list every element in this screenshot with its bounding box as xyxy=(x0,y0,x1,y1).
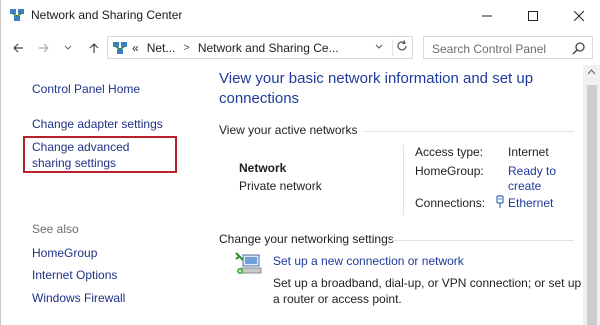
recent-locations-button[interactable] xyxy=(59,39,77,57)
network-center-icon xyxy=(113,42,127,54)
maximize-button[interactable] xyxy=(510,0,556,31)
forward-arrow-icon xyxy=(39,43,49,53)
see-also-heading: See also xyxy=(32,222,79,236)
main-content: View your basic network information and … xyxy=(199,65,583,325)
search-icon[interactable] xyxy=(572,41,586,55)
forward-button[interactable] xyxy=(35,39,53,57)
address-dropdown-button[interactable] xyxy=(373,40,385,56)
control-panel-home-link[interactable]: Control Panel Home xyxy=(32,81,140,97)
ethernet-link[interactable]: Ethernet xyxy=(508,196,553,211)
search-input[interactable]: Search Control Panel xyxy=(432,42,546,56)
internet-options-link[interactable]: Internet Options xyxy=(32,267,117,283)
title-bar: Network and Sharing Center xyxy=(1,0,600,31)
vertical-divider xyxy=(403,145,404,215)
vertical-scrollbar[interactable] xyxy=(583,65,600,325)
up-button[interactable] xyxy=(85,39,103,57)
back-button[interactable] xyxy=(9,39,27,57)
refresh-button[interactable] xyxy=(392,39,411,56)
page-title: View your basic network information and … xyxy=(219,70,534,107)
breadcrumb-separator[interactable]: > xyxy=(183,42,189,54)
access-type-value: Internet xyxy=(508,145,549,159)
network-name: Network xyxy=(239,161,287,175)
minimize-button[interactable] xyxy=(464,0,510,31)
change-adapter-settings-link[interactable]: Change adapter settings xyxy=(32,116,163,132)
setup-new-connection-link[interactable]: Set up a new connection or network xyxy=(273,254,464,268)
scroll-up-button[interactable] xyxy=(587,68,596,77)
ethernet-icon xyxy=(496,195,504,208)
change-settings-heading: Change your networking settings xyxy=(219,232,394,246)
address-bar[interactable]: « Net... > Network and Sharing Ce... xyxy=(107,36,413,59)
change-advanced-sharing-settings-link[interactable]: Change advanced sharing settings xyxy=(32,139,172,171)
chevron-down-icon xyxy=(64,45,72,50)
breadcrumb-network-sharing-center[interactable]: Network and Sharing Ce... xyxy=(198,41,339,55)
breadcrumb-network[interactable]: Net... xyxy=(147,41,176,55)
network-sharing-window: Network and Sharing Center « Net... > Ne… xyxy=(0,0,600,325)
close-icon xyxy=(574,10,584,21)
maximize-icon xyxy=(528,10,538,21)
network-type: Private network xyxy=(239,179,322,193)
up-arrow-icon xyxy=(89,43,99,53)
setup-new-connection-description: Set up a broadband, dial-up, or VPN conn… xyxy=(273,276,582,306)
homegroup-link[interactable]: HomeGroup xyxy=(32,245,97,261)
chevron-down-icon xyxy=(375,44,383,49)
close-button[interactable] xyxy=(556,0,600,31)
scrollbar-thumb[interactable] xyxy=(587,85,597,325)
refresh-icon xyxy=(397,40,407,51)
minimize-icon xyxy=(482,15,492,16)
search-box[interactable]: Search Control Panel xyxy=(423,36,593,59)
active-networks-heading: View your active networks xyxy=(219,123,358,137)
new-connection-icon xyxy=(235,252,262,274)
network-center-icon xyxy=(10,9,24,21)
section-divider xyxy=(391,240,574,241)
windows-firewall-link[interactable]: Windows Firewall xyxy=(32,290,125,306)
section-divider xyxy=(364,131,574,132)
access-type-label: Access type: xyxy=(415,145,484,159)
window-title: Network and Sharing Center xyxy=(31,8,183,22)
breadcrumb: « Net... > Network and Sharing Ce... xyxy=(132,41,347,55)
chevron-up-icon xyxy=(587,69,596,75)
breadcrumb-overflow[interactable]: « xyxy=(132,41,139,55)
homegroup-label: HomeGroup: xyxy=(415,164,484,178)
left-navigation-pane: Control Panel Home Change adapter settin… xyxy=(2,65,199,325)
connections-label: Connections: xyxy=(415,196,486,210)
back-arrow-icon xyxy=(13,43,23,53)
homegroup-ready-link[interactable]: Ready to create xyxy=(508,164,568,194)
